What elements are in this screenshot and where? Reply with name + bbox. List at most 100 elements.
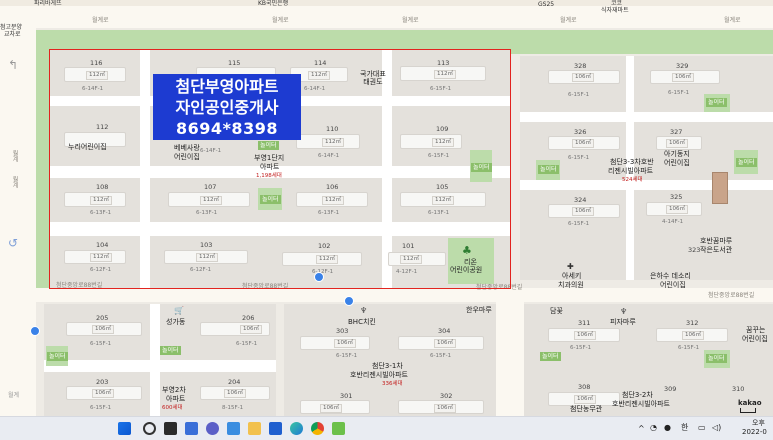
lower-left-road-2: [150, 304, 160, 416]
cheomdan3-3-label-1[interactable]: 첨단3-3차호반: [610, 158, 654, 166]
bus-stop-icon-3[interactable]: [344, 296, 354, 306]
tray-chevron-icon[interactable]: ^: [638, 424, 645, 433]
building-204-area: 106㎡: [224, 389, 246, 398]
building-302-num: 302: [440, 392, 453, 400]
road-label-top-4: 월계로: [560, 17, 577, 24]
building-325-area: 106㎡: [666, 205, 688, 214]
tray-ime-label[interactable]: 한: [681, 423, 688, 432]
settings-icon[interactable]: [227, 422, 240, 435]
left-road: [0, 28, 36, 416]
building-323-num: 323: [688, 246, 701, 254]
kkum-daycare-2: 어린이집: [742, 335, 768, 343]
building-325-num: 325: [670, 193, 683, 201]
tray-app-icon[interactable]: ●: [664, 423, 671, 432]
bhc-label[interactable]: BHC치킨: [348, 318, 376, 326]
hanwoo-label[interactable]: 한우마루: [466, 306, 492, 314]
task-view-icon[interactable]: [164, 422, 177, 435]
building-308-num: 308: [578, 383, 591, 391]
top-strip: [0, 0, 773, 6]
seongga-label[interactable]: 성가동: [166, 318, 185, 326]
ad-line-realtor: 자인공인중개사: [175, 98, 279, 117]
building-304-num: 304: [438, 327, 451, 335]
building-304-floor: 6-15F-1: [430, 353, 452, 359]
search-icon[interactable]: [143, 422, 156, 435]
chat-icon[interactable]: [206, 422, 219, 435]
playground-badge-10: 놀이터: [540, 352, 561, 361]
hoban3-1-label-2: 호반리젠시빌아파트: [350, 371, 408, 379]
dalkkok-label[interactable]: 담꽃: [550, 307, 563, 315]
kb-bank-label[interactable]: KB국민은행: [258, 0, 288, 8]
building-327-area: 106㎡: [666, 139, 688, 148]
building-326-floor: 6-15F-1: [568, 155, 590, 161]
building-326-area: 106㎡: [572, 139, 594, 148]
aitopia-daycare-1[interactable]: 아기동지: [664, 150, 690, 158]
building-312-floor: 6-15F-1: [678, 345, 700, 351]
cheomdan-nong-label[interactable]: 첨단농무관: [570, 405, 602, 413]
building-301-num: 301: [340, 392, 353, 400]
building-328-area: 106㎡: [572, 73, 594, 82]
kkum-daycare-1[interactable]: 꿈꾸는: [746, 326, 765, 334]
building-311-num: 311: [578, 319, 591, 327]
hobangu-library-1[interactable]: 호반꿈마루: [700, 237, 732, 245]
dental-icon: ✚: [567, 262, 574, 271]
lower-left-road-1: [44, 360, 276, 372]
clock-line-2[interactable]: 2022-0: [742, 428, 767, 437]
store-icon[interactable]: [269, 422, 282, 435]
building-206-floor: 6-15F-1: [236, 341, 258, 347]
tray-volume-icon[interactable]: ◁): [712, 423, 721, 432]
hoban3-2-label-1[interactable]: 첨단3-2차: [622, 391, 653, 399]
building-324-area: 106㎡: [572, 207, 594, 216]
buyoung2-units: 600세대: [162, 405, 183, 411]
building-205-num: 205: [96, 314, 109, 322]
building-324-floor: 6-15F-1: [568, 221, 590, 227]
aseki-dental-1[interactable]: 아세키: [562, 272, 581, 280]
paris-baguette-label[interactable]: 파리바게뜨: [34, 0, 62, 8]
ad-line-phone: 8694*8398: [176, 119, 278, 138]
kakao-map-icon[interactable]: [332, 422, 345, 435]
playground-badge-9: 놀이터: [706, 354, 727, 363]
file-explorer-icon[interactable]: [248, 422, 261, 435]
building-324-num: 324: [574, 196, 587, 204]
hobangu-library-2: 작은도서관: [700, 246, 733, 254]
coco-label-2[interactable]: 식자재마트: [601, 7, 629, 15]
ad-line-apt: 첨단부영아파트: [175, 77, 279, 96]
buyoung2-apt-2: 아파트: [166, 395, 186, 403]
building-310-num: 310: [732, 385, 745, 393]
right-internal-road-1: [520, 112, 773, 122]
tray-display-icon[interactable]: ▭: [698, 423, 706, 432]
crossroad-label-2: 교차로: [4, 31, 21, 38]
hoban3-1-label-1[interactable]: 첨단3-1차: [372, 362, 403, 370]
shop-icon: 🛒: [174, 306, 184, 315]
widgets-icon[interactable]: [185, 422, 198, 435]
taskbar: ^ ◔ ● 한 ▭ ◁) 오후 2022-0: [0, 416, 773, 440]
chrome-icon[interactable]: [311, 422, 324, 435]
realtor-ad-overlay: 첨단부영아파트 자인공인중개사 8694*8398: [153, 74, 301, 140]
pizza-icon: ♆: [620, 307, 628, 316]
building-205-area: 106㎡: [92, 325, 114, 334]
building-326-num: 326: [574, 128, 587, 136]
edge-icon[interactable]: [290, 422, 303, 435]
building-302-area: 106㎡: [434, 404, 456, 413]
playground-badge-6: 놀이터: [736, 158, 757, 167]
building-311-floor: 6-15F-1: [570, 345, 592, 351]
eunhasu-daycare-1[interactable]: 은하수 데소리: [650, 272, 691, 280]
building-308-area: 106㎡: [574, 395, 596, 404]
turn-arrow-icon: ↰: [8, 58, 19, 72]
road-label-top-5: 월계로: [724, 17, 741, 24]
road-label-top-3: 월계로: [402, 17, 419, 24]
pizza-label[interactable]: 피자마루: [610, 318, 636, 326]
building-312-area: 106㎡: [682, 331, 704, 340]
cheomdan3-3-label-2: 리젠시빌아파트: [608, 167, 654, 175]
bus-stop-icon[interactable]: [30, 326, 40, 336]
hoban3-2-label-2: 호반리젠시빌아파트: [612, 400, 670, 408]
building-303-num: 303: [336, 327, 349, 335]
tray-network-icon[interactable]: ◔: [650, 423, 657, 432]
building-304-area: 106㎡: [434, 339, 456, 348]
buyoung2-apt-1[interactable]: 부영2차: [162, 386, 186, 394]
gs25-label[interactable]: GS25: [538, 1, 554, 9]
clock-line-1[interactable]: 오후: [752, 419, 765, 428]
map-canvas[interactable]: 파리바게뜨 KB국민은행 GS25 코코 식자재마트 월계로 월계로 월계로 월…: [0, 0, 773, 416]
scale-bar-icon: [740, 408, 756, 413]
windows-start-icon[interactable]: [118, 422, 131, 435]
hoban3-1-units: 336세대: [382, 381, 403, 387]
